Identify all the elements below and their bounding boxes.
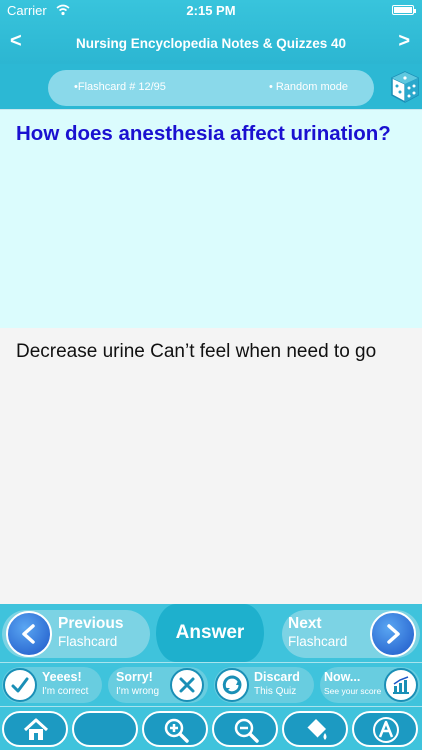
correct-button[interactable]: Yeees! I'm correct bbox=[2, 667, 102, 703]
random-mode-label: • Random mode bbox=[268, 81, 348, 93]
font-button[interactable] bbox=[352, 711, 418, 747]
x-icon bbox=[170, 668, 204, 702]
action-bar: Yeees! I'm correct Sorry! I'm wrong Disc… bbox=[0, 662, 422, 706]
zoom-out-button[interactable] bbox=[212, 711, 278, 747]
nav-bar: < Nursing Encyclopedia Notes & Quizzes 4… bbox=[0, 30, 422, 58]
check-icon bbox=[3, 668, 37, 702]
home-icon bbox=[23, 718, 49, 740]
correct-sublabel: I'm correct bbox=[42, 686, 89, 697]
forward-button[interactable]: > bbox=[398, 30, 410, 53]
battery-icon bbox=[392, 5, 416, 15]
question-panel: How does anesthesia affect urination? bbox=[0, 110, 422, 328]
blank-button[interactable] bbox=[72, 711, 138, 747]
mode-pill: •Flashcard # 12/95 • Random mode bbox=[48, 70, 374, 106]
flashcard-controls: Previous Flashcard Answer Next Flashcard bbox=[0, 604, 422, 662]
back-button[interactable]: < bbox=[10, 30, 22, 53]
paint-bucket-icon bbox=[306, 719, 327, 740]
previous-label: Previous bbox=[58, 615, 124, 632]
arrow-left-icon bbox=[6, 611, 52, 657]
discard-sublabel: This Quiz bbox=[254, 686, 297, 697]
answer-panel: Decrease urine Can’t feel when need to g… bbox=[0, 328, 422, 604]
question-text: How does anesthesia affect urination? bbox=[16, 122, 391, 145]
clock: 2:15 PM bbox=[186, 3, 236, 18]
font-icon bbox=[373, 717, 399, 743]
chart-icon bbox=[384, 668, 418, 702]
correct-label: Yeees! bbox=[42, 670, 82, 684]
mode-bar: •Flashcard # 12/95 • Random mode bbox=[0, 64, 422, 110]
recycle-icon bbox=[215, 668, 249, 702]
answer-button[interactable]: Answer bbox=[156, 604, 264, 662]
previous-sublabel: Flashcard bbox=[58, 634, 118, 649]
score-sublabel: See your score bbox=[324, 686, 382, 696]
discard-button[interactable]: Discard This Quiz bbox=[214, 667, 314, 703]
status-bar: Carrier 2:15 PM bbox=[0, 3, 422, 19]
zoom-out-icon bbox=[234, 718, 259, 743]
next-flashcard-button[interactable]: Next Flashcard bbox=[272, 609, 420, 657]
app-root: Carrier 2:15 PM < Nursing Encyclopedia N… bbox=[0, 0, 422, 750]
discard-label: Discard bbox=[254, 670, 300, 684]
answer-text: Decrease urine Can’t feel when need to g… bbox=[16, 341, 377, 362]
zoom-in-button[interactable] bbox=[142, 711, 208, 747]
dice-icon[interactable] bbox=[390, 70, 420, 104]
wrong-button[interactable]: Sorry! I'm wrong bbox=[108, 667, 208, 703]
tool-bar bbox=[0, 706, 422, 750]
arrow-right-icon bbox=[370, 611, 416, 657]
home-button[interactable] bbox=[2, 711, 68, 747]
flashcard-counter: •Flashcard # 12/95 bbox=[74, 81, 166, 93]
paint-bucket-button[interactable] bbox=[282, 711, 348, 747]
header: Carrier 2:15 PM < Nursing Encyclopedia N… bbox=[0, 0, 422, 64]
score-button[interactable]: Now... See your score bbox=[320, 667, 420, 703]
wrong-sublabel: I'm wrong bbox=[116, 686, 160, 697]
next-sublabel: Flashcard bbox=[288, 634, 348, 649]
next-label: Next bbox=[288, 615, 322, 632]
score-label: Now... bbox=[324, 670, 361, 684]
previous-flashcard-button[interactable]: Previous Flashcard bbox=[2, 609, 152, 657]
zoom-in-icon bbox=[164, 718, 189, 743]
wrong-label: Sorry! bbox=[116, 670, 153, 684]
page-title: Nursing Encyclopedia Notes & Quizzes 40 bbox=[75, 36, 347, 51]
